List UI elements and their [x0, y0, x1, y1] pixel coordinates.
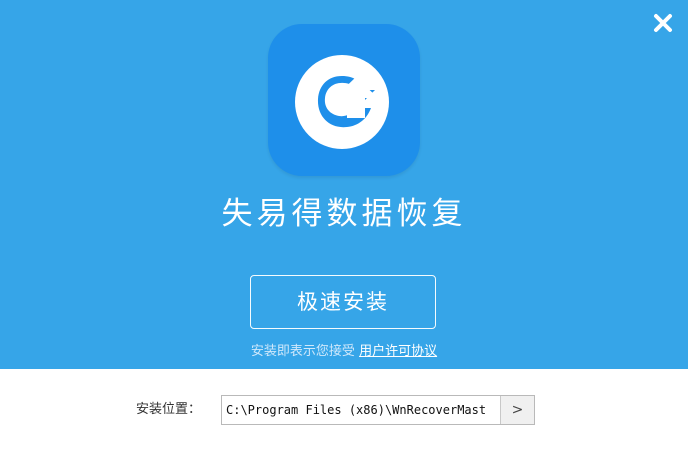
- app-logo: [268, 24, 420, 176]
- close-icon: [654, 14, 672, 32]
- quick-install-button[interactable]: 极速安装: [250, 275, 436, 329]
- user-license-link[interactable]: 用户许可协议: [359, 344, 437, 359]
- license-agreement-note: 安装即表示您接受 用户许可协议: [0, 342, 688, 362]
- header-panel: 失易得数据恢复 极速安装 安装即表示您接受 用户许可协议: [0, 0, 688, 369]
- install-location-panel: 安装位置： >: [0, 369, 688, 450]
- install-path-field: >: [221, 395, 535, 425]
- install-location-label: 安装位置：: [136, 402, 202, 417]
- refresh-icon: [295, 55, 389, 149]
- close-button[interactable]: [652, 12, 674, 34]
- install-path-input[interactable]: [223, 397, 499, 423]
- app-title: 失易得数据恢复: [221, 196, 467, 232]
- installer-window: 失易得数据恢复 极速安装 安装即表示您接受 用户许可协议 安装位置： >: [0, 0, 688, 450]
- browse-folder-button[interactable]: >: [500, 396, 534, 424]
- agreement-text: 安装即表示您接受: [250, 344, 360, 359]
